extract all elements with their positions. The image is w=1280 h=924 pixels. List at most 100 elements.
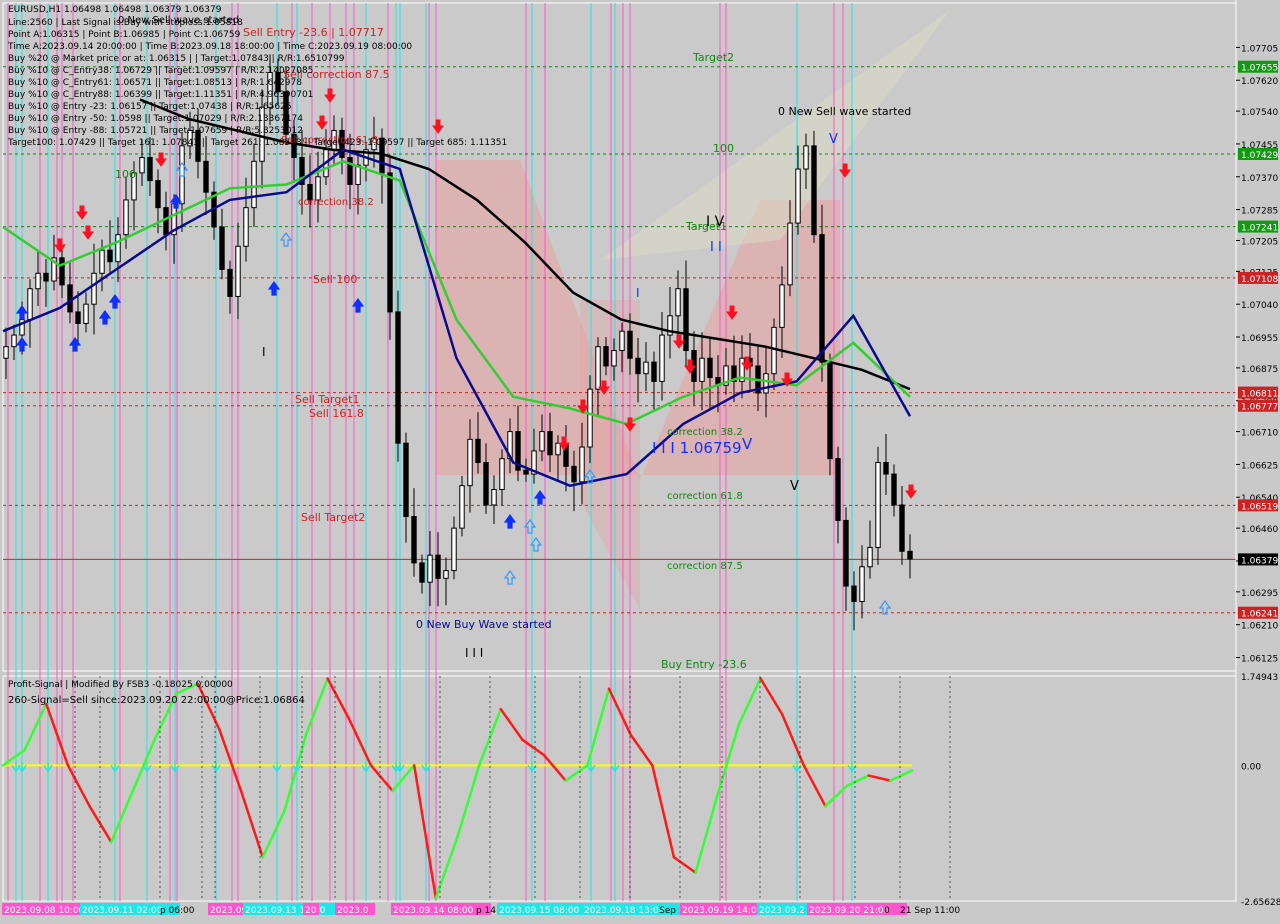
price-box-label: 1.06379 (1241, 556, 1278, 566)
price-box-label: 1.07241 (1241, 224, 1278, 234)
candle-body (555, 442, 561, 456)
candle-body (675, 288, 681, 317)
candle-body (595, 346, 601, 390)
candle-body (27, 288, 33, 321)
time-label: 2023.09.19 14:00 (682, 906, 763, 916)
candle-body (3, 346, 9, 359)
time-label: 2023.09.15 08:00 (499, 906, 580, 916)
price-tick-label: 1.07285 (1241, 207, 1278, 217)
chart-annotation: Target2 (692, 51, 734, 64)
time-label: 21 Sep 11:00 (900, 906, 960, 916)
chart-canvas[interactable]: 0 New Sell wave started Sell Entry -23.6 … (0, 0, 1280, 920)
candle-body (475, 438, 481, 463)
price-box-label: 1.07108 (1241, 275, 1278, 285)
info-line: Buy %10 @ Entry -50: 1.0598 || Target:1.… (8, 114, 303, 124)
indicator-tick-label: -2.65628 (1241, 898, 1280, 908)
candle-body (235, 245, 241, 297)
chart-annotation: 0 New Buy Wave started (416, 618, 552, 631)
candle-body (683, 288, 689, 352)
candle-body (59, 257, 65, 286)
info-line: Point A:1.06315 | Point B:1.06985 | Poin… (8, 30, 241, 40)
candle-body (603, 346, 609, 367)
candle-body (635, 357, 641, 375)
candle-body (459, 485, 465, 529)
candle-body (627, 330, 633, 359)
candle-body (443, 570, 449, 579)
symbol-title: EURUSD,H1 1.06498 1.06498 1.06379 1.0637… (8, 5, 222, 15)
chart-annotation: V (829, 132, 838, 147)
time-label: 2023.09.2 (759, 906, 805, 916)
chart-annotation: Sell 161.8 (309, 407, 364, 420)
price-box-label: 1.06777 (1241, 403, 1278, 413)
time-label: 2023.09.08 10:00 (4, 906, 85, 916)
price-tick-label: 1.07205 (1241, 237, 1278, 247)
chart-annotation: Buy Entry -23.6 (661, 658, 747, 671)
time-label: 2023.0 (337, 906, 369, 916)
candle-body (123, 199, 129, 236)
info-line: Buy %10 @ Entry -88: 1.05721 || Target:1… (8, 126, 303, 136)
candle-body (547, 431, 553, 456)
candle-body (43, 272, 49, 282)
candle-body (227, 268, 233, 297)
price-box-label: 1.07429 (1241, 151, 1278, 161)
price-tick-label: 1.06710 (1241, 429, 1278, 439)
candle-body (203, 160, 209, 193)
price-tick-label: 1.07620 (1241, 77, 1278, 87)
candle-body (811, 145, 817, 236)
indicator-tick-label: 0.00 (1241, 762, 1261, 772)
price-tick-label: 1.06625 (1241, 461, 1278, 471)
candle-body (907, 550, 913, 560)
candle-body (587, 388, 593, 448)
candle-body (571, 465, 577, 483)
candle-body (611, 350, 617, 367)
chart-annotation: correction 61.8 (667, 491, 743, 502)
candle-body (147, 156, 153, 182)
chart-annotation: Sell Entry -23.6 | 1.07717 (243, 26, 384, 39)
candle-body (795, 168, 801, 224)
candle-body (91, 272, 97, 305)
candle-body (251, 160, 257, 209)
candle-body (707, 357, 713, 379)
candle-body (875, 461, 881, 548)
candle-body (387, 172, 393, 313)
candle-body (451, 527, 457, 572)
candle-body (75, 311, 81, 324)
candle-body (779, 284, 785, 328)
candle-body (499, 458, 505, 491)
chart-annotation: I I I 1.06759 (652, 439, 742, 457)
candle-body (427, 554, 433, 583)
candle-body (891, 473, 897, 506)
candle-body (619, 330, 625, 352)
chart-annotation: 100 (713, 142, 734, 155)
price-box-label: 1.06519 (1241, 502, 1278, 512)
price-tick-label: 1.07540 (1241, 108, 1278, 118)
price-tick-label: 1.07705 (1241, 44, 1278, 54)
time-label: p 14 (476, 906, 496, 916)
indicator-title: Profit-Signal | Modified By FSB3 -0.1802… (8, 680, 233, 690)
chart-annotation: correction 87.5 (667, 561, 743, 572)
chart-annotation: I I I (465, 646, 483, 660)
time-label: 20 (305, 906, 317, 916)
chart-annotation: Sell Target2 (301, 511, 365, 524)
chart-annotation: Sell Target1 (295, 393, 359, 406)
chart-annotation: 100 (115, 168, 136, 181)
candle-body (643, 361, 649, 375)
chart-annotation: 0 New Sell wave started (778, 105, 911, 118)
time-label: 2023.09.20 21:00 (809, 906, 890, 916)
chart-annotation: correction 38.2 (667, 427, 743, 438)
price-tick-label: 1.07370 (1241, 174, 1278, 184)
candle-body (139, 156, 145, 174)
candle-body (899, 504, 905, 552)
info-line: Buy %20 @ Market price or at: 1.06315 | … (8, 54, 345, 64)
candle-body (467, 438, 473, 487)
candle-body (67, 284, 73, 313)
info-line: Buy %10 @ C_Entry61: 1.06571 || Target:1… (8, 78, 302, 88)
info-line: Time A:2023.09.14 20:00:00 | Time B:2023… (7, 42, 412, 52)
candle-body (403, 442, 409, 518)
price-box-label: 1.07655 (1241, 64, 1278, 74)
candle-body (827, 361, 833, 460)
candle-body (851, 585, 857, 602)
candle-body (219, 226, 225, 270)
candle-body (491, 489, 497, 506)
trading-chart: 0 New Sell wave started Sell Entry -23.6 … (0, 0, 1280, 920)
